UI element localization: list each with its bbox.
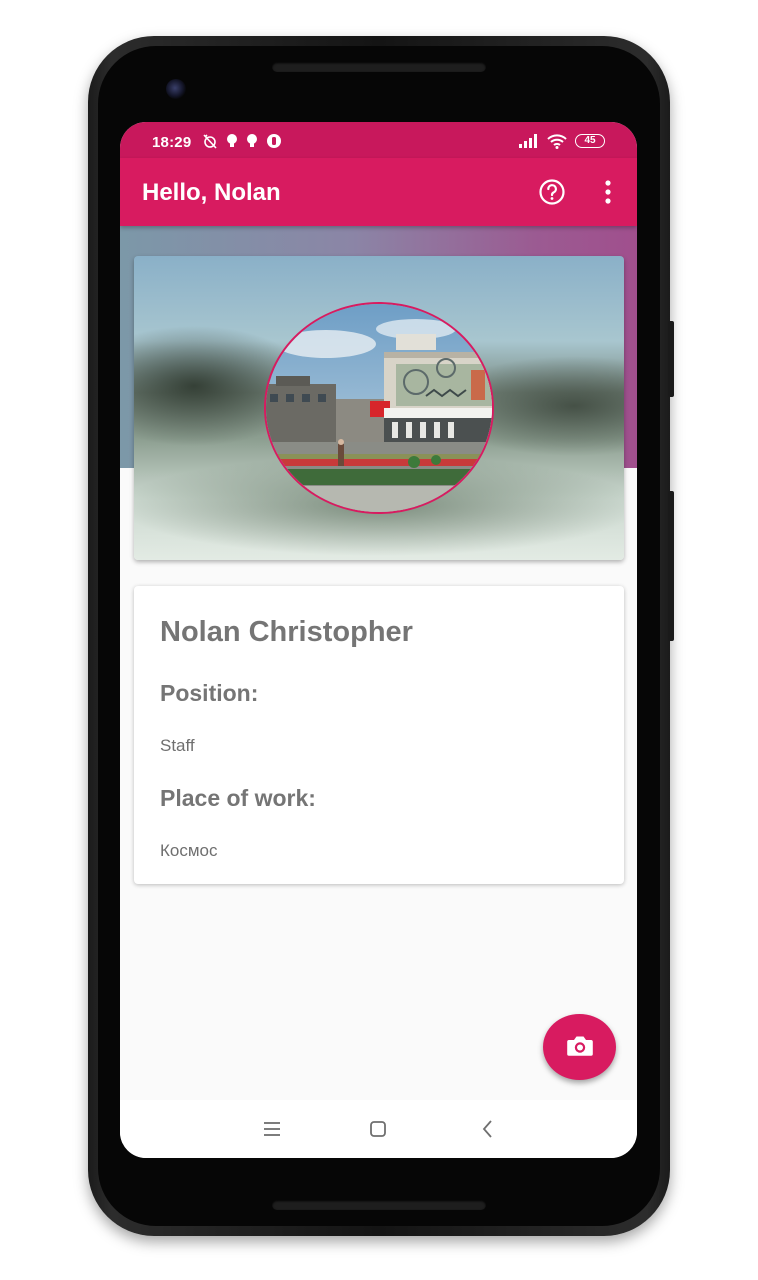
camera-icon [567,1036,593,1056]
more-options-button[interactable] [598,178,618,206]
workplace-value: Космос [160,841,218,860]
system-icons: 45 [519,133,605,149]
more-vert-icon [605,180,611,204]
camera-fab-button[interactable] [543,1014,616,1080]
status-bar: 18:29 45 [120,122,637,158]
volume-button [668,491,674,641]
position-value: Staff [160,736,195,755]
nav-home-button[interactable] [365,1116,391,1142]
square-icon [370,1121,386,1137]
app-bar: Hello, Nolan [120,158,637,226]
alarm-off-icon [203,134,217,149]
menu-icon [264,1122,280,1136]
status-time: 18:29 [152,134,192,151]
notification-icons [202,133,282,149]
help-button[interactable] [538,178,566,206]
page-title: Hello, Nolan [142,179,281,206]
chevron-left-icon [482,1120,492,1138]
app-notification-icon [267,134,281,148]
position-label: Position: [160,680,259,706]
avatar-photo-image [266,304,492,512]
bulb-icon [247,134,257,147]
avatar[interactable] [264,302,494,514]
wifi-icon [547,134,567,149]
front-camera [166,79,186,99]
signal-icon [519,134,537,148]
nav-recents-button[interactable] [259,1116,285,1142]
profile-name: Nolan Christopher [160,616,413,648]
earpiece-speaker [272,62,486,72]
battery-indicator: 45 [575,134,605,148]
nav-back-button[interactable] [475,1116,501,1142]
bulb-icon [227,134,237,147]
screen: 18:29 45 Hello, Nolan Nolan Christopher … [120,122,637,1158]
system-navigation-bar [120,1100,637,1158]
workplace-label: Place of work: [160,785,316,811]
help-circle-icon [539,179,565,205]
power-button [668,321,674,397]
bottom-speaker [272,1200,486,1210]
photo-card [134,256,624,560]
profile-info-card: Nolan Christopher Position: Staff Place … [134,586,624,884]
